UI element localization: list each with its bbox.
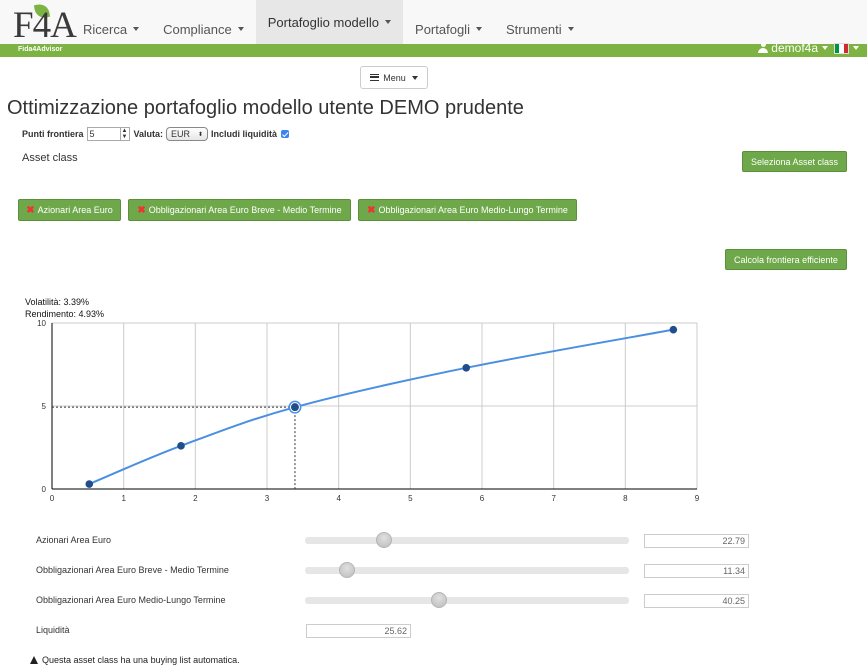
caret-down-icon [237, 27, 244, 31]
allocation-label: Azionari Area Euro [36, 535, 112, 545]
frontier-point [462, 364, 471, 372]
nav-strumenti[interactable]: Strumenti [494, 14, 586, 44]
selected-point-halo [288, 400, 302, 414]
user-icon [758, 42, 769, 54]
brand-subtitle: Fida4Advisor [18, 46, 63, 53]
user-menu[interactable]: demof4a [758, 41, 859, 55]
x-tick-label: 0 [50, 494, 55, 503]
asset-chip-label: Obbligazionari Area Euro Medio-Lungo Ter… [378, 205, 568, 215]
x-tick-label: 2 [193, 494, 198, 503]
seleziona-asset-class-button[interactable]: Seleziona Asset class [742, 151, 847, 172]
footer-note-text: Questa asset class ha una buying list au… [42, 655, 240, 665]
caret-down-icon [822, 46, 828, 50]
y-tick-label: 0 [42, 485, 47, 494]
allocation-value-field[interactable]: 11.34 [644, 564, 749, 578]
buying-list-note: Questa asset class ha una buying list au… [30, 655, 240, 665]
updown-icon: ⬍ [198, 131, 204, 138]
includi-liquidita-label: Includi liquidità [211, 129, 278, 139]
volatility-readout: Volatilità: 3.39% [25, 297, 90, 307]
italy-flag-icon[interactable] [834, 42, 849, 54]
nav-ricerca[interactable]: Ricerca [71, 14, 151, 44]
x-tick-label: 6 [480, 494, 485, 503]
includi-liquidita-checkbox[interactable] [281, 130, 290, 138]
logo-text: F4A [13, 5, 77, 46]
valuta-value: EUR [171, 129, 191, 139]
caret-down-icon [411, 75, 418, 80]
allocation-slider[interactable] [305, 592, 629, 608]
x-tick-label: 9 [695, 494, 700, 503]
asset-chip[interactable]: ✖ Azionari Area Euro [18, 199, 121, 221]
allocation-label: Obbligazionari Area Euro Breve - Medio T… [36, 565, 229, 575]
user-name: demof4a [771, 41, 818, 55]
valuta-select[interactable]: EUR ⬍ [166, 127, 209, 141]
allocation-slider[interactable] [305, 532, 629, 548]
asset-chip-label: Obbligazionari Area Euro Breve - Medio T… [148, 205, 342, 215]
remove-icon[interactable]: ✖ [26, 205, 34, 216]
chart-ticks: 0 1 2 3 4 5 6 7 8 9 0 5 10 [37, 319, 700, 503]
frontier-point [177, 442, 185, 450]
chart-series [52, 325, 678, 489]
allocation-slider[interactable] [305, 562, 629, 578]
main-nav: Ricerca Compliance Portafoglio modello P… [71, 0, 586, 44]
nav-label: Compliance [163, 21, 232, 37]
caret-down-icon [853, 46, 859, 50]
caret-down-icon [475, 27, 482, 31]
x-tick-label: 1 [121, 494, 126, 503]
x-tick-label: 7 [551, 494, 556, 503]
slider-handle[interactable] [431, 592, 448, 608]
asset-chip-label: Azionari Area Euro [37, 205, 113, 215]
frontier-point [85, 480, 94, 488]
nav-label: Strumenti [505, 21, 562, 37]
caret-down-icon [133, 27, 140, 31]
menu-button-label: Menu [383, 72, 406, 83]
punti-frontiera-input[interactable]: 5 [86, 127, 121, 141]
y-tick-label: 10 [37, 319, 46, 328]
asset-chip[interactable]: ✖ Obbligazionari Area Euro Breve - Medio … [128, 199, 351, 221]
nav-label: Ricerca [83, 21, 128, 37]
nav-compliance[interactable]: Compliance [151, 14, 256, 44]
frontier-point [669, 325, 678, 334]
slider-handle[interactable] [339, 562, 356, 578]
x-tick-label: 5 [408, 494, 413, 503]
punti-frontiera-label: Punti frontiera [22, 129, 84, 139]
remove-icon[interactable]: ✖ [137, 205, 145, 216]
nav-portafoglio-modello[interactable]: Portafoglio modello [255, 0, 404, 44]
x-tick-label: 4 [336, 494, 341, 503]
warning-icon [30, 656, 38, 664]
asset-chip[interactable]: ✖ Obbligazionari Area Euro Medio-Lungo Te… [358, 199, 577, 221]
liquidity-label: Liquidità [36, 625, 70, 635]
menu-button[interactable]: Menu [360, 66, 428, 89]
valuta-label: Valuta: [133, 129, 164, 139]
page-title: Ottimizzazione portafoglio modello utent… [7, 97, 524, 119]
remove-icon[interactable]: ✖ [367, 205, 375, 216]
allocation-value-field[interactable]: 40.25 [644, 594, 749, 608]
nav-label: Portafogli [415, 21, 470, 37]
calcola-frontiera-button[interactable]: Calcola frontiera efficiente [725, 249, 847, 270]
selected-point [289, 402, 300, 413]
asset-class-label: Asset class [22, 152, 78, 164]
x-tick-label: 8 [623, 494, 628, 503]
optimization-params: Punti frontiera 5 ▲ ▼ Valuta: EUR ⬍ Includ… [22, 127, 290, 141]
x-tick-label: 3 [265, 494, 270, 503]
allocation-value-field[interactable]: 22.79 [644, 534, 749, 548]
y-tick-label: 5 [42, 402, 47, 411]
nav-portafogli[interactable]: Portafogli [403, 14, 494, 44]
return-readout: Rendimento: 4.93% [25, 309, 105, 319]
hamburger-icon [370, 74, 380, 81]
caret-down-icon [567, 27, 574, 31]
punti-frontiera-stepper[interactable]: ▲ ▼ [120, 127, 130, 141]
brand-bar: Fida4Advisor [0, 44, 867, 57]
liquidity-value-field: 25.62 [306, 624, 411, 638]
chart-grid [51, 322, 698, 490]
caret-down-icon [385, 20, 392, 24]
slider-handle[interactable] [375, 532, 392, 548]
allocation-label: Obbligazionari Area Euro Medio-Lungo Ter… [36, 595, 226, 605]
nav-label: Portafoglio modello [267, 14, 380, 30]
frontier-line [88, 328, 674, 485]
